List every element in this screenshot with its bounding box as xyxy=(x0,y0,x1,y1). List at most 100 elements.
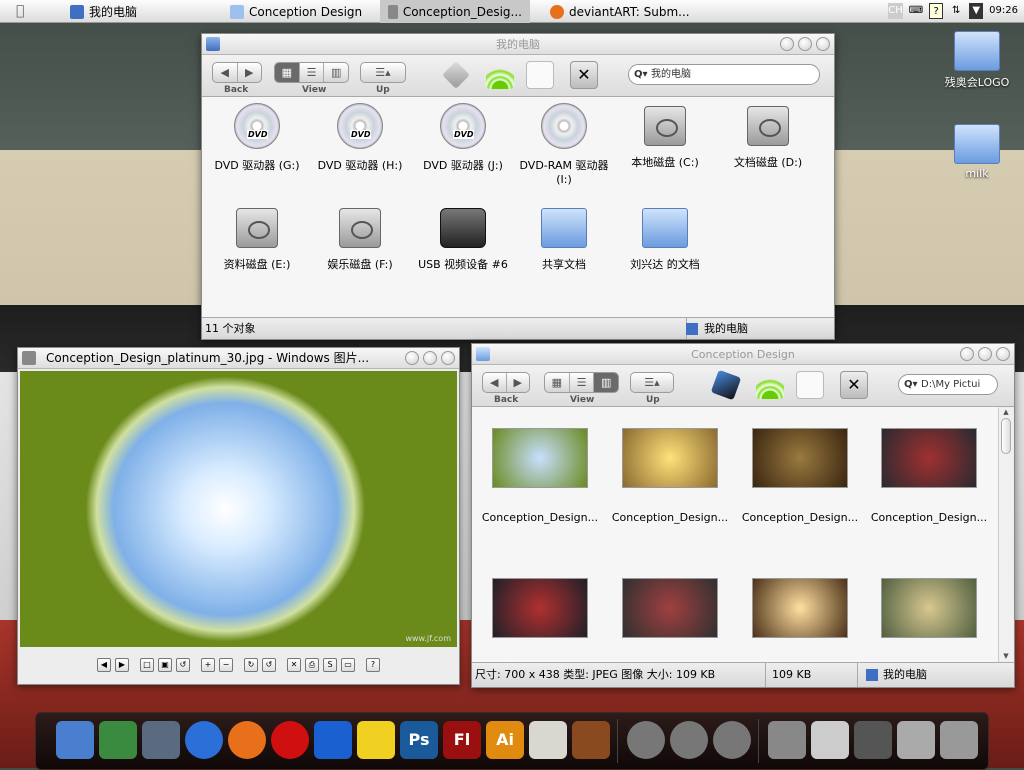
wifi-icon[interactable] xyxy=(756,371,784,399)
print-button[interactable]: ⎙ xyxy=(305,658,319,672)
desktop-icon-paralympic-logo[interactable]: 残奥会LOGO xyxy=(937,28,1017,90)
delete-button[interactable]: ✕ xyxy=(287,658,301,672)
network-icon[interactable]: ⇅ xyxy=(949,3,963,19)
thumbnail-label[interactable]: Conception_Design... xyxy=(865,511,993,524)
drive-item[interactable]: DVD DVD 驱动器 (H:) xyxy=(310,103,410,173)
drive-item[interactable]: 资料磁盘 (E:) xyxy=(207,205,307,272)
tools-icon[interactable]: ✕ xyxy=(570,61,598,89)
downloads-icon[interactable] xyxy=(854,721,892,759)
scroll-down-arrow[interactable]: ▼ xyxy=(999,652,1013,660)
search-input[interactable]: 我的电脑 xyxy=(628,64,820,85)
search-input[interactable]: D:\My Pictui xyxy=(898,374,998,395)
maximize-button[interactable] xyxy=(423,351,437,365)
column-view-button[interactable]: ▥ xyxy=(324,63,348,82)
help-icon[interactable]: ? xyxy=(929,3,944,19)
drive-item[interactable]: 共享文档 xyxy=(514,205,614,272)
illustrator-icon[interactable]: Ai xyxy=(486,721,524,759)
firefox-icon[interactable] xyxy=(228,721,266,759)
icon-view-button[interactable]: ▦ xyxy=(545,373,570,392)
scroll-up-arrow[interactable]: ▲ xyxy=(999,408,1013,416)
guitar-icon[interactable] xyxy=(572,721,610,759)
next-image-button[interactable]: ▶ xyxy=(115,658,129,672)
thumbnail-image[interactable] xyxy=(492,578,588,638)
maximize-button[interactable] xyxy=(798,37,812,51)
title-bar[interactable]: Conception Design xyxy=(472,344,1014,365)
up-button[interactable]: ☰▴ xyxy=(630,372,674,393)
diamond-icon[interactable] xyxy=(442,61,470,89)
thumbnail-image[interactable] xyxy=(881,428,977,488)
task-image-viewer[interactable]: Conception_Desig... xyxy=(380,0,530,23)
task-mycomputer[interactable]: 我的电脑 xyxy=(62,0,145,23)
drive-item[interactable]: DVD-RAM 驱动器 (I:) xyxy=(514,103,614,186)
power-icon[interactable] xyxy=(627,721,665,759)
scroll-thumb[interactable] xyxy=(1001,418,1011,454)
ie-icon[interactable] xyxy=(314,721,352,759)
apple-logo-icon[interactable] xyxy=(811,721,849,759)
thumbnail-label[interactable]: Conception_Design... xyxy=(606,511,734,524)
shield-icon[interactable]: ▼ xyxy=(969,3,984,19)
desktop-icon-milk[interactable]: milk xyxy=(937,121,1017,180)
finder-icon[interactable] xyxy=(56,721,94,759)
photoshop-icon[interactable]: Ps xyxy=(400,721,438,759)
best-fit-button[interactable]: □ xyxy=(140,658,154,672)
thumbnail-image[interactable] xyxy=(752,428,848,488)
qq-icon[interactable] xyxy=(357,721,395,759)
thumbnail-image[interactable] xyxy=(622,428,718,488)
thumbnail-label[interactable]: Conception_Design... xyxy=(476,511,604,524)
keyboard-icon[interactable]: ⌨ xyxy=(909,3,923,19)
drive-item[interactable]: 文档磁盘 (D:) xyxy=(718,103,818,170)
zoom-out-button[interactable]: − xyxy=(219,658,233,672)
thumbnail-label[interactable]: Conception_Design... xyxy=(736,511,864,524)
drive-item[interactable]: DVD DVD 驱动器 (G:) xyxy=(207,103,307,173)
record-icon[interactable] xyxy=(271,721,309,759)
back-button[interactable]: ◀ xyxy=(213,63,238,82)
flash-icon[interactable]: Fl xyxy=(443,721,481,759)
forward-button[interactable]: ▶ xyxy=(238,63,262,82)
activity-icon[interactable] xyxy=(99,721,137,759)
minimize-button[interactable] xyxy=(405,351,419,365)
thumbnail-image[interactable] xyxy=(881,578,977,638)
thumbnail-image[interactable] xyxy=(752,578,848,638)
title-bar[interactable]: Conception_Design_platinum_30.jpg - Wind… xyxy=(18,348,459,369)
close-button[interactable] xyxy=(816,37,830,51)
task-firefox[interactable]: deviantART: Subm... xyxy=(542,0,698,23)
help-button[interactable]: ? xyxy=(366,658,380,672)
close-button[interactable] xyxy=(996,347,1010,361)
title-bar[interactable]: 我的电脑 xyxy=(202,34,834,55)
zoom-in-button[interactable]: + xyxy=(201,658,215,672)
forward-button[interactable]: ▶ xyxy=(507,373,530,392)
maximize-button[interactable] xyxy=(978,347,992,361)
vertical-scrollbar[interactable]: ▲ ▼ xyxy=(998,408,1013,662)
note-icon[interactable] xyxy=(796,371,824,399)
thumbnail-image[interactable] xyxy=(622,578,718,638)
network-icon[interactable] xyxy=(185,721,223,759)
task-conception-design[interactable]: Conception Design xyxy=(222,0,370,23)
icon-view-button[interactable]: ▦ xyxy=(275,63,300,82)
drive-icon[interactable] xyxy=(768,721,806,759)
apple-menu-icon[interactable]:  xyxy=(16,3,24,19)
column-view-button[interactable]: ▥ xyxy=(594,373,618,392)
minimize-button[interactable] xyxy=(780,37,794,51)
home-icon[interactable] xyxy=(713,721,751,759)
list-view-button[interactable]: ☰ xyxy=(570,373,595,392)
language-indicator[interactable]: CH xyxy=(888,3,903,19)
photos-icon[interactable] xyxy=(142,721,180,759)
close-button[interactable] xyxy=(441,351,455,365)
save-button[interactable]: S xyxy=(323,658,337,672)
drive-item[interactable]: 娱乐磁盘 (F:) xyxy=(310,205,410,272)
rotate-counterclockwise-button[interactable]: ↺ xyxy=(262,658,276,672)
drive-item[interactable]: DVD DVD 驱动器 (J:) xyxy=(413,103,513,173)
trash-icon[interactable] xyxy=(940,721,978,759)
back-icon[interactable] xyxy=(670,721,708,759)
back-button[interactable]: ◀ xyxy=(483,373,507,392)
add-to-library-icon[interactable] xyxy=(710,369,742,401)
up-button[interactable]: ☰▴ xyxy=(360,62,406,83)
wifi-icon[interactable] xyxy=(486,61,514,89)
actual-size-button[interactable]: ▣ xyxy=(158,658,172,672)
slideshow-button[interactable]: ↺ xyxy=(176,658,190,672)
rotate-clockwise-button[interactable]: ↻ xyxy=(244,658,258,672)
thumbnail-image[interactable] xyxy=(492,428,588,488)
drive-item[interactable]: 本地磁盘 (C:) xyxy=(615,103,715,170)
list-view-button[interactable]: ☰ xyxy=(300,63,325,82)
note-icon[interactable] xyxy=(526,61,554,89)
